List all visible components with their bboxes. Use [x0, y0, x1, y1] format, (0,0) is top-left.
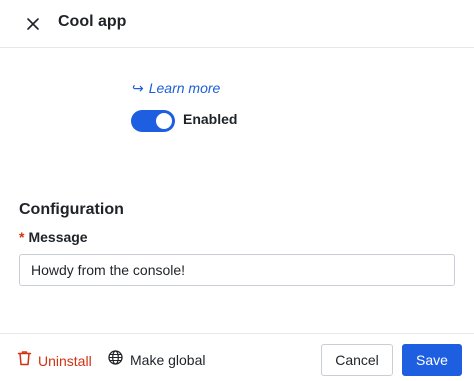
uninstall-label: Uninstall: [38, 352, 92, 369]
learn-more-label: Learn more: [148, 80, 221, 96]
dialog-header: Cool app: [0, 0, 474, 48]
cancel-button[interactable]: Cancel: [321, 344, 393, 376]
arrow-icon: ↪: [132, 80, 144, 96]
enabled-toggle[interactable]: [131, 110, 175, 132]
close-icon[interactable]: [22, 13, 44, 35]
message-label: * Message: [19, 229, 88, 245]
make-global-label: Make global: [130, 352, 206, 368]
page-title: Cool app: [58, 13, 127, 30]
message-input[interactable]: [19, 254, 455, 286]
make-global-button[interactable]: Make global: [108, 350, 206, 370]
message-label-text: Message: [28, 229, 88, 245]
toggle-label: Enabled: [183, 111, 238, 127]
learn-more-link[interactable]: ↪ Learn more: [132, 80, 220, 97]
uninstall-button[interactable]: Uninstall: [17, 350, 92, 371]
section-title: Configuration: [19, 201, 124, 218]
save-button[interactable]: Save: [402, 344, 462, 376]
globe-icon: [108, 350, 123, 370]
trash-icon: [17, 350, 32, 371]
toggle-knob: [156, 113, 172, 129]
required-marker: *: [19, 229, 25, 245]
